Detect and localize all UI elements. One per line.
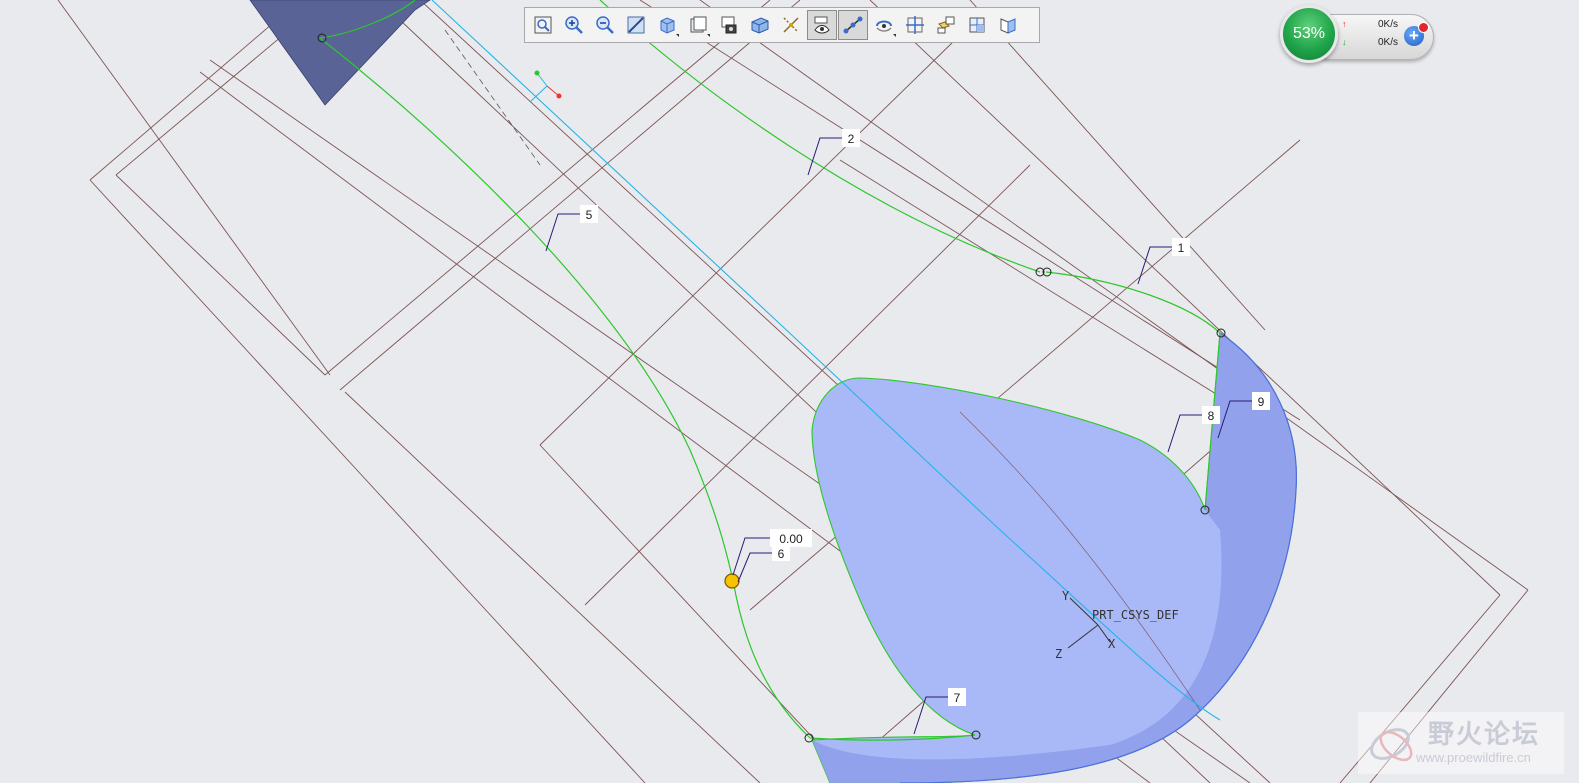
csys-name: PRT_CSYS_DEF bbox=[1092, 608, 1179, 622]
zoom-out-icon bbox=[596, 16, 614, 34]
view-toolbar bbox=[524, 7, 1040, 43]
upload-speed-row: ↑ 0K/s bbox=[1342, 19, 1398, 33]
curve-5 bbox=[319, 37, 811, 739]
annotation-display-button[interactable] bbox=[807, 10, 837, 40]
spin-center-icon bbox=[843, 16, 863, 34]
datum-plane-lines bbox=[57, 0, 1529, 783]
upload-speed: 0K/s bbox=[1377, 19, 1398, 30]
upload-arrow-icon: ↑ bbox=[1342, 19, 1347, 29]
csys-axis-y: Y bbox=[1062, 589, 1070, 603]
callout-label-7: 7 bbox=[954, 691, 961, 705]
selected-vertex[interactable] bbox=[724, 573, 740, 589]
memory-usage-badge[interactable]: 53% bbox=[1280, 5, 1338, 63]
datum-display-icon bbox=[783, 17, 799, 33]
repaint-icon bbox=[627, 16, 645, 34]
callout-label-9: 9 bbox=[1258, 395, 1265, 409]
datum-display-button[interactable] bbox=[776, 10, 806, 40]
datum-points-button[interactable] bbox=[962, 10, 992, 40]
forum-url: www.proewildfire.cn bbox=[1416, 750, 1531, 765]
curve-1 bbox=[1045, 271, 1221, 334]
forum-name: 野火论坛 bbox=[1428, 720, 1541, 750]
datum-axes-icon bbox=[937, 16, 955, 34]
callout-label-5: 5 bbox=[586, 208, 593, 222]
coordinate-systems-button[interactable] bbox=[993, 10, 1023, 40]
forum-logo-icon bbox=[1370, 728, 1413, 762]
datum-axes-button[interactable] bbox=[931, 10, 961, 40]
spin-center-button[interactable] bbox=[838, 10, 868, 40]
orient-mode-button[interactable] bbox=[869, 10, 899, 40]
dark-surface[interactable] bbox=[249, 0, 431, 106]
callout-label-1: 1 bbox=[1178, 241, 1185, 255]
triad-marker bbox=[529, 70, 562, 103]
cad-viewport[interactable]: 2 1 5 8 9 7 0.00 6 Y Z X PRT_CSYS_DEF bbox=[0, 0, 1579, 783]
view-manager-button[interactable] bbox=[714, 10, 744, 40]
download-speed-row: ↓ 0K/s bbox=[1342, 37, 1398, 51]
network-meter-widget[interactable]: 53% ↑ 0K/s ↓ 0K/s + bbox=[1280, 5, 1436, 63]
callout-label-6: 6 bbox=[778, 547, 785, 561]
datum-planes-button[interactable] bbox=[900, 10, 930, 40]
perspective-view-button[interactable] bbox=[745, 10, 775, 40]
zoom-out-button[interactable] bbox=[590, 10, 620, 40]
forum-watermark: 野火论坛 www.proewildfire.cn bbox=[1358, 712, 1564, 774]
datum-planes-icon bbox=[906, 16, 924, 34]
perspective-icon bbox=[751, 17, 769, 34]
csys-axis-z: Z bbox=[1055, 647, 1062, 661]
csys-axis-x: X bbox=[1108, 637, 1116, 651]
download-speed: 0K/s bbox=[1377, 37, 1398, 48]
memory-usage-percent: 53% bbox=[1292, 25, 1326, 42]
refit-button[interactable] bbox=[528, 10, 558, 40]
saved-views-button[interactable] bbox=[683, 10, 713, 40]
saved-views-icon bbox=[690, 16, 707, 33]
dimension-value[interactable]: 0.00 bbox=[779, 532, 803, 546]
zoom-in-button[interactable] bbox=[559, 10, 589, 40]
notification-dot bbox=[1418, 22, 1429, 33]
callout-label-2: 2 bbox=[848, 132, 855, 146]
datum-points-icon bbox=[969, 17, 985, 33]
callout-label-8: 8 bbox=[1208, 409, 1215, 423]
shaded-cube-icon bbox=[660, 17, 675, 34]
csys-icon bbox=[1000, 18, 1016, 34]
orient-mode-icon bbox=[876, 20, 892, 32]
view-manager-icon bbox=[721, 16, 737, 34]
download-arrow-icon: ↓ bbox=[1342, 37, 1347, 47]
zoom-in-icon bbox=[565, 16, 583, 34]
refit-icon bbox=[534, 16, 552, 34]
annotation-display-icon bbox=[814, 16, 830, 34]
repaint-button[interactable] bbox=[621, 10, 651, 40]
display-style-button[interactable] bbox=[652, 10, 682, 40]
